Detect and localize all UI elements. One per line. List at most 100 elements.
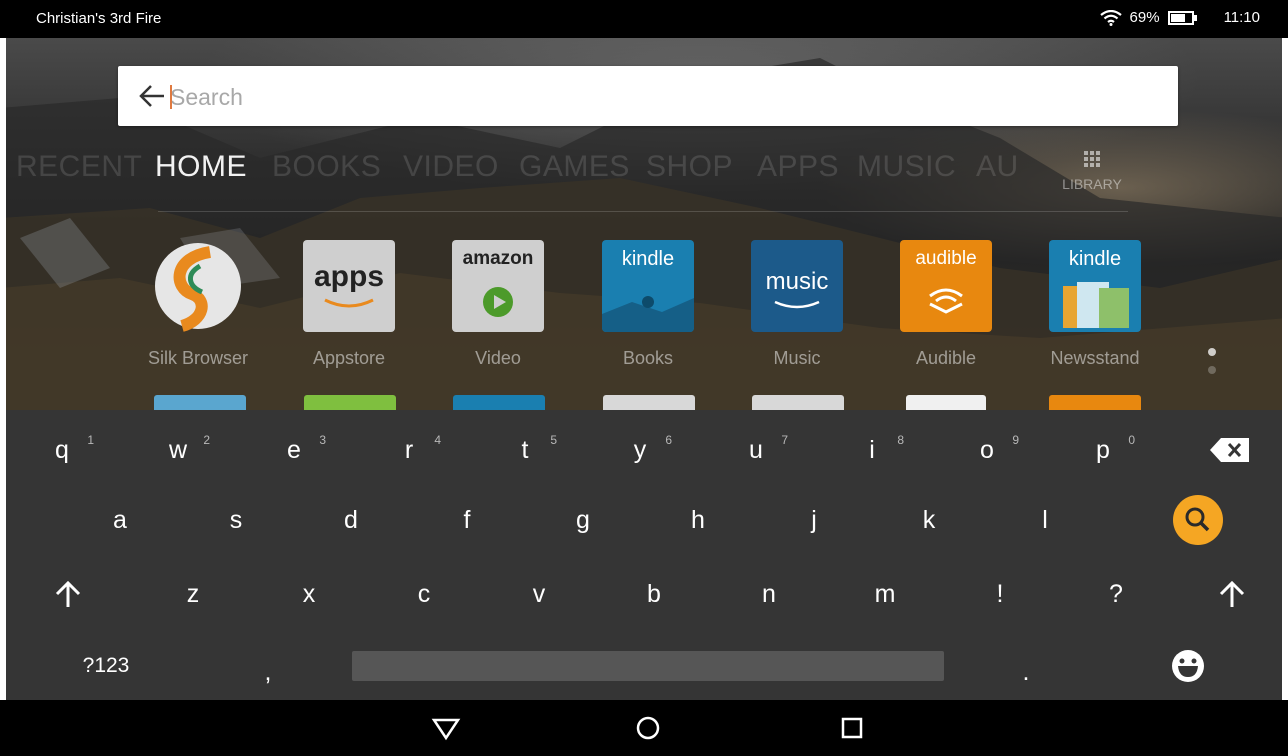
spacebar[interactable] — [352, 651, 944, 681]
text-cursor — [170, 85, 172, 109]
screen: Christian's 3rd Fire 69% 11:10 Search RE… — [0, 0, 1288, 756]
key-z[interactable]: z — [145, 564, 241, 624]
key-q[interactable]: q1 — [14, 420, 110, 480]
back-arrow-icon[interactable] — [138, 82, 166, 110]
key-hint: 2 — [203, 433, 210, 447]
tab-books[interactable]: BOOKS — [272, 150, 381, 184]
app-silk-browser[interactable]: Silk Browser — [138, 240, 258, 369]
key-l[interactable]: l — [997, 490, 1093, 550]
search-key[interactable] — [1150, 490, 1246, 550]
tabs-divider — [158, 211, 1128, 212]
key-m[interactable]: m — [837, 564, 933, 624]
screen-edge-left — [0, 38, 6, 700]
smiley-icon — [1172, 650, 1204, 682]
key-h[interactable]: h — [650, 490, 746, 550]
app-tile-partial — [154, 395, 246, 410]
key-question[interactable]: ? — [1068, 564, 1164, 624]
search-input[interactable] — [168, 78, 1152, 116]
status-icons: 69% 11:10 — [1099, 9, 1260, 26]
app-tile-partial — [453, 395, 545, 410]
key-label: q — [55, 436, 69, 464]
key-e[interactable]: e3 — [246, 420, 342, 480]
shift-key-right[interactable] — [1184, 564, 1280, 624]
app-audible[interactable]: audible Audible — [886, 240, 1006, 369]
app-books[interactable]: kindle Books — [588, 240, 708, 369]
audible-icon: audible — [900, 240, 992, 332]
key-label: y — [633, 436, 647, 464]
key-d[interactable]: d — [303, 490, 399, 550]
page-dot — [1208, 366, 1216, 374]
tab-music[interactable]: MUSIC — [857, 150, 956, 184]
key-label: p — [1096, 436, 1110, 464]
page-indicator — [1208, 348, 1216, 384]
appstore-tile-text: apps — [313, 260, 385, 293]
key-n[interactable]: n — [721, 564, 817, 624]
key-t[interactable]: t5 — [477, 420, 573, 480]
app-label: Silk Browser — [147, 348, 249, 368]
app-video[interactable]: amazon Video — [438, 240, 558, 369]
symbols-key[interactable]: ?123 — [58, 636, 154, 696]
home-circle-icon[interactable] — [632, 712, 664, 744]
app-music[interactable]: music Music — [737, 240, 857, 369]
backspace-key[interactable] — [1182, 420, 1278, 480]
newsstand-icon: kindle — [1049, 240, 1141, 332]
app-label: Video — [475, 348, 521, 368]
key-period[interactable]: . — [978, 642, 1074, 702]
shift-key-left[interactable] — [20, 564, 116, 624]
tab-video[interactable]: VIDEO — [403, 150, 499, 184]
screen-edge-right — [1282, 38, 1288, 700]
key-f[interactable]: f — [419, 490, 515, 550]
newsstand-tile-text: kindle — [1068, 248, 1122, 270]
app-appstore[interactable]: apps Appstore — [289, 240, 409, 369]
wifi-icon — [1099, 9, 1122, 26]
key-hint: 4 — [434, 433, 441, 447]
books-icon: kindle — [602, 240, 694, 332]
key-label: t — [521, 436, 529, 464]
key-r[interactable]: r4 — [361, 420, 457, 480]
key-x[interactable]: x — [261, 564, 357, 624]
key-v[interactable]: v — [491, 564, 587, 624]
tab-home[interactable]: HOME — [155, 150, 247, 184]
key-hint: 9 — [1012, 433, 1019, 447]
navigation-bar — [0, 700, 1288, 756]
recents-square-icon[interactable] — [836, 712, 868, 744]
key-g[interactable]: g — [535, 490, 631, 550]
audible-tile-text: audible — [915, 248, 977, 269]
tab-recent[interactable]: RECENT — [16, 150, 142, 184]
key-p[interactable]: p0 — [1055, 420, 1151, 480]
app-label: Audible — [915, 348, 977, 368]
app-label: Newsstand — [1050, 348, 1140, 368]
key-comma[interactable]: , — [220, 642, 316, 702]
tab-audible[interactable]: AU — [976, 150, 1019, 184]
shift-arrow-icon — [1219, 580, 1245, 607]
key-label: u — [749, 436, 763, 464]
tab-apps[interactable]: APPS — [757, 150, 839, 184]
key-exclamation[interactable]: ! — [952, 564, 1048, 624]
key-s[interactable]: s — [188, 490, 284, 550]
search-bar[interactable] — [118, 66, 1178, 126]
search-icon — [1173, 495, 1223, 545]
app-label: Music — [773, 348, 821, 368]
key-hint: 7 — [781, 433, 788, 447]
key-i[interactable]: i8 — [824, 420, 920, 480]
tab-shop[interactable]: SHOP — [646, 150, 733, 184]
back-triangle-icon[interactable] — [430, 712, 462, 744]
key-j[interactable]: j — [766, 490, 862, 550]
emoji-key[interactable] — [1140, 636, 1236, 696]
app-tile-partial — [304, 395, 396, 410]
clock: 11:10 — [1223, 9, 1260, 26]
key-hint: 6 — [665, 433, 672, 447]
key-k[interactable]: k — [881, 490, 977, 550]
key-label: w — [168, 436, 188, 464]
key-b[interactable]: b — [606, 564, 702, 624]
key-u[interactable]: u7 — [708, 420, 804, 480]
tab-games[interactable]: GAMES — [519, 150, 630, 184]
key-w[interactable]: w2 — [130, 420, 226, 480]
key-c[interactable]: c — [376, 564, 472, 624]
key-y[interactable]: y6 — [592, 420, 688, 480]
app-newsstand[interactable]: kindle Newsstand — [1035, 240, 1155, 369]
app-tile-partial — [752, 395, 844, 410]
library-button[interactable]: LIBRARY — [1052, 150, 1132, 192]
key-o[interactable]: o9 — [939, 420, 1035, 480]
key-a[interactable]: a — [72, 490, 168, 550]
